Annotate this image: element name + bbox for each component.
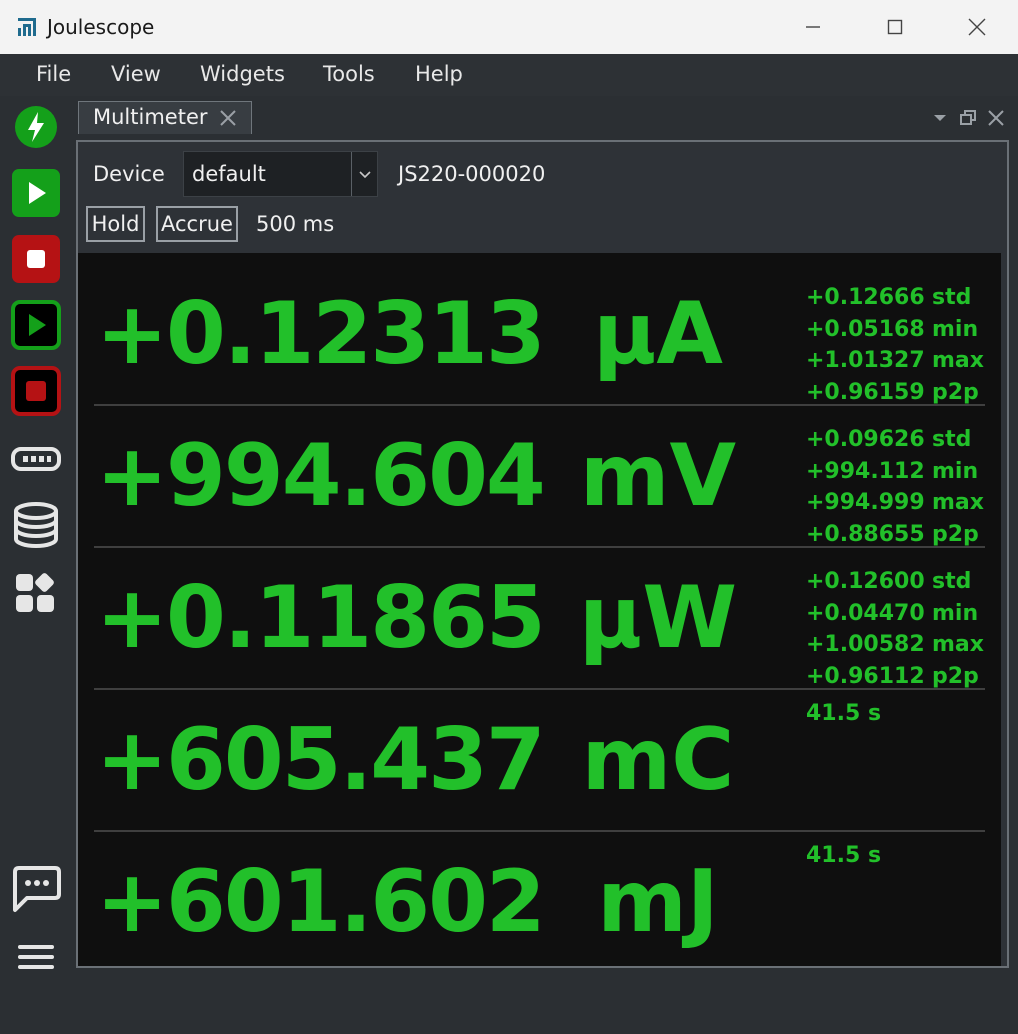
title-bar: Joulescope xyxy=(0,0,1018,55)
record-play-icon[interactable] xyxy=(11,300,61,350)
energy-duration: 41.5 s xyxy=(806,843,882,868)
close-window-button[interactable] xyxy=(936,0,1018,54)
stat-std: +0.09626 std xyxy=(806,427,992,459)
charge-unit: mC xyxy=(581,710,735,810)
voltage-unit: mV xyxy=(579,426,737,526)
chevron-down-icon xyxy=(359,171,371,179)
charge-value: +605.437 xyxy=(96,710,546,810)
current-unit: µA xyxy=(593,284,723,384)
power-stats: +0.12600 std +0.04470 min +1.00582 max +0.9… xyxy=(806,569,992,695)
device-select[interactable]: default xyxy=(183,151,378,197)
device-select-arrow[interactable] xyxy=(351,152,378,196)
stat-name: max xyxy=(932,632,984,657)
stat-value: +0.04470 xyxy=(806,600,925,626)
menu-file[interactable]: File xyxy=(36,62,71,86)
stat-name: max xyxy=(932,348,984,373)
float-window-icon[interactable] xyxy=(958,108,978,128)
interval-label: 500 ms xyxy=(256,212,335,236)
stat-name: min xyxy=(932,458,979,484)
lightning-icon[interactable] xyxy=(11,102,61,152)
minimize-icon xyxy=(806,26,820,28)
stat-name: std xyxy=(932,569,972,594)
charge-duration: 41.5 s xyxy=(806,701,882,726)
energy-unit: mJ xyxy=(597,852,719,952)
tab-label: Multimeter xyxy=(93,105,208,129)
chat-icon[interactable] xyxy=(11,864,61,914)
current-value: +0.12313 xyxy=(96,284,546,384)
stat-name: min xyxy=(932,316,979,342)
stat-value: +994.112 xyxy=(806,458,925,484)
power-value: +0.11865 xyxy=(96,568,546,668)
current-stats: +0.12666 std +0.05168 min +1.01327 max +0.9… xyxy=(806,285,992,411)
device-serial: JS220-000020 xyxy=(398,162,546,186)
device-select-value: default xyxy=(192,162,266,186)
dock-menu-icon[interactable] xyxy=(930,108,950,128)
stat-value: +0.12600 xyxy=(806,569,925,594)
stat-max: +1.00582 max xyxy=(806,632,992,664)
stat-value: +1.01327 xyxy=(806,348,925,373)
stat-value: +1.00582 xyxy=(806,632,925,657)
menu-view[interactable]: View xyxy=(111,62,161,86)
widgets-icon[interactable] xyxy=(11,567,61,617)
row-divider xyxy=(94,546,985,548)
stat-std: +0.12666 std xyxy=(806,285,992,317)
stat-max: +994.999 max xyxy=(806,490,992,522)
tab-multimeter[interactable]: Multimeter xyxy=(78,101,252,134)
window-title: Joulescope xyxy=(47,15,155,39)
hamburger-menu-icon[interactable] xyxy=(11,932,61,982)
voltage-stats: +0.09626 std +994.112 min +994.999 max +0.8… xyxy=(806,427,992,553)
stat-name: std xyxy=(932,285,972,310)
voltage-value: +994.604 xyxy=(96,426,546,526)
measurement-display: +0.12313 µA +0.12666 std +0.05168 min +1.0… xyxy=(78,253,1001,966)
close-icon xyxy=(968,18,986,36)
minimize-button[interactable] xyxy=(772,0,854,54)
charge-row: +605.437 mC 41.5 s xyxy=(78,691,1001,832)
stat-name: std xyxy=(932,427,972,452)
close-tab-icon[interactable] xyxy=(219,109,237,127)
energy-row: +601.602 mJ 41.5 s xyxy=(78,833,1001,974)
stat-value: +0.05168 xyxy=(806,316,925,342)
stat-value: +994.999 xyxy=(806,490,925,515)
record-stop-icon[interactable] xyxy=(11,366,61,416)
maximize-button[interactable] xyxy=(854,0,936,54)
stat-value: +0.09626 xyxy=(806,427,925,452)
menu-help[interactable]: Help xyxy=(415,62,463,86)
voltage-row: +994.604 mV +0.09626 std +994.112 min +994… xyxy=(78,407,1001,548)
row-divider xyxy=(94,830,985,832)
stat-max: +1.01327 max xyxy=(806,348,992,380)
stat-name: max xyxy=(932,490,984,515)
play-icon[interactable] xyxy=(11,168,61,218)
menu-widgets[interactable]: Widgets xyxy=(200,62,285,86)
row-divider xyxy=(94,404,985,406)
stat-std: +0.12600 std xyxy=(806,569,992,601)
stat-min: +0.04470 min xyxy=(806,601,992,633)
stat-value: +0.12666 xyxy=(806,285,925,310)
menu-tools[interactable]: Tools xyxy=(323,62,375,86)
joulescope-logo-icon xyxy=(18,18,36,36)
stop-icon[interactable] xyxy=(11,234,61,284)
stat-min: +994.112 min xyxy=(806,459,992,491)
stat-min: +0.05168 min xyxy=(806,317,992,349)
device-icon[interactable] xyxy=(11,434,61,484)
accrue-button[interactable]: Accrue xyxy=(156,206,238,242)
row-divider xyxy=(94,688,985,690)
maximize-icon xyxy=(887,19,903,35)
power-row: +0.11865 µW +0.12600 std +0.04470 min +1.0… xyxy=(78,549,1001,690)
database-icon[interactable] xyxy=(11,500,61,550)
menu-bar: File View Widgets Tools Help xyxy=(0,54,1018,96)
hold-button[interactable]: Hold xyxy=(86,206,145,242)
current-row: +0.12313 µA +0.12666 std +0.05168 min +1.0… xyxy=(78,265,1001,406)
close-dock-icon[interactable] xyxy=(986,108,1006,128)
energy-value: +601.602 xyxy=(96,852,546,952)
stat-name: min xyxy=(932,600,979,626)
power-unit: µW xyxy=(578,568,738,668)
device-label: Device xyxy=(93,162,165,186)
